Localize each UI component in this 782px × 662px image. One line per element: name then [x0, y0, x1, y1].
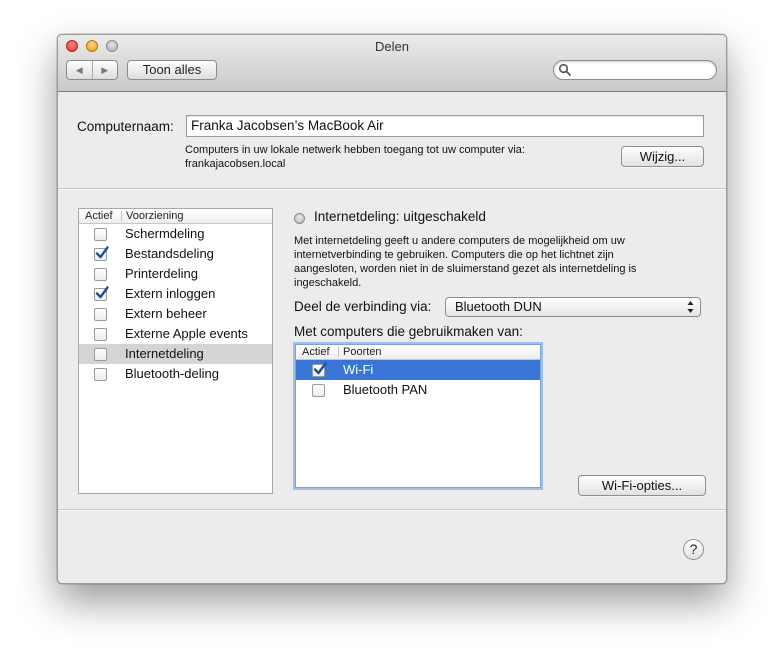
checkmark-icon: [95, 246, 109, 259]
sharing-status: Internetdeling: uitgeschakeld: [314, 209, 486, 224]
wifi-options-button[interactable]: Wi-Fi-opties...: [578, 475, 706, 496]
service-item-externe-apple-events[interactable]: Externe Apple events: [79, 324, 272, 344]
row-label: Extern inloggen: [125, 286, 216, 301]
row-label: Wi-Fi: [343, 362, 374, 377]
row-label: Bluetooth PAN: [343, 382, 428, 397]
network-access-info: Computers in uw lokale netwerk hebben to…: [185, 144, 525, 156]
ports-rows: Wi-Fi Bluetooth PAN: [296, 360, 540, 400]
show-all-button[interactable]: Toon alles: [127, 60, 217, 80]
help-button[interactable]: ?: [683, 539, 704, 560]
share-via-label: Deel de verbinding via:: [294, 299, 432, 314]
row-label: Bestandsdeling: [125, 246, 214, 261]
service-item-schermdeling[interactable]: Schermdeling: [79, 224, 272, 244]
edit-name-button[interactable]: Wijzig...: [621, 146, 704, 167]
back-button[interactable]: ◀: [67, 61, 92, 79]
port-item-wi-fi[interactable]: Wi-Fi: [296, 360, 540, 380]
checkbox[interactable]: [94, 308, 107, 321]
port-item-bluetooth-pan[interactable]: Bluetooth PAN: [296, 380, 540, 400]
checkbox[interactable]: [312, 384, 325, 397]
services-rows: Schermdeling Bestandsdeling Printerdeling E…: [79, 224, 272, 384]
back-forward-group: ◀ ▶: [66, 60, 118, 80]
column-separator: [121, 211, 122, 221]
computer-name-label: Computernaam:: [77, 119, 174, 134]
search-input[interactable]: [574, 62, 714, 79]
services-list[interactable]: Actief Voorziening Schermdeling Bestandsd…: [78, 208, 273, 494]
search-field[interactable]: [553, 60, 717, 80]
checkbox[interactable]: [312, 362, 327, 377]
computer-name-field[interactable]: Franka Jacobsen’s MacBook Air: [186, 115, 704, 137]
service-item-printerdeling[interactable]: Printerdeling: [79, 264, 272, 284]
row-label: Externe Apple events: [125, 326, 248, 341]
search-icon: [558, 63, 571, 76]
preferences-window: Delen ◀ ▶ Toon alles Computernaam: Frank…: [57, 34, 727, 584]
checkmark-icon: [313, 362, 327, 375]
service-item-extern-inloggen[interactable]: Extern inloggen: [79, 284, 272, 304]
service-item-bluetooth-deling[interactable]: Bluetooth-deling: [79, 364, 272, 384]
row-label: Internetdeling: [125, 346, 204, 361]
row-label: Extern beheer: [125, 306, 207, 321]
ports-header-active[interactable]: Actief: [302, 345, 330, 359]
local-hostname: frankajacobsen.local: [185, 158, 286, 170]
sharing-description: Met internetdeling geeft u andere comput…: [294, 235, 637, 289]
column-separator: [338, 347, 339, 357]
forward-button[interactable]: ▶: [91, 61, 118, 79]
checkbox[interactable]: [94, 348, 107, 361]
ports-list-header: Actief Poorten: [296, 345, 540, 360]
checkbox[interactable]: [94, 268, 107, 281]
column-header-service[interactable]: Voorziening: [126, 209, 184, 223]
ports-list[interactable]: Actief Poorten Wi-Fi Bluetooth PAN: [295, 344, 541, 488]
share-via-popup[interactable]: Bluetooth DUN: [445, 297, 701, 317]
to-computers-label: Met computers die gebruikmaken van:: [294, 324, 523, 339]
checkmark-icon: [95, 286, 109, 299]
checkbox[interactable]: [94, 286, 109, 301]
title-bar: Delen ◀ ▶ Toon alles: [58, 35, 726, 92]
forward-arrow-icon: ▶: [101, 64, 109, 75]
services-list-header: Actief Voorziening: [79, 209, 272, 224]
service-item-bestandsdeling[interactable]: Bestandsdeling: [79, 244, 272, 264]
help-icon: ?: [689, 541, 698, 557]
row-label: Bluetooth-deling: [125, 366, 219, 381]
window-title: Delen: [375, 39, 409, 54]
checkbox[interactable]: [94, 246, 109, 261]
service-item-internetdeling[interactable]: Internetdeling: [79, 344, 272, 364]
status-indicator-icon: [294, 213, 305, 224]
section-divider: [58, 188, 726, 190]
column-header-active[interactable]: Actief: [85, 209, 113, 223]
bottom-divider: [58, 509, 726, 511]
service-item-extern-beheer[interactable]: Extern beheer: [79, 304, 272, 324]
popup-arrows-icon: [687, 301, 694, 313]
row-label: Schermdeling: [125, 226, 205, 241]
checkbox[interactable]: [94, 228, 107, 241]
ports-header-ports[interactable]: Poorten: [343, 345, 382, 359]
row-label: Printerdeling: [125, 266, 198, 281]
back-arrow-icon: ◀: [75, 64, 83, 75]
checkbox[interactable]: [94, 328, 107, 341]
share-via-value: Bluetooth DUN: [455, 299, 542, 314]
checkbox[interactable]: [94, 368, 107, 381]
